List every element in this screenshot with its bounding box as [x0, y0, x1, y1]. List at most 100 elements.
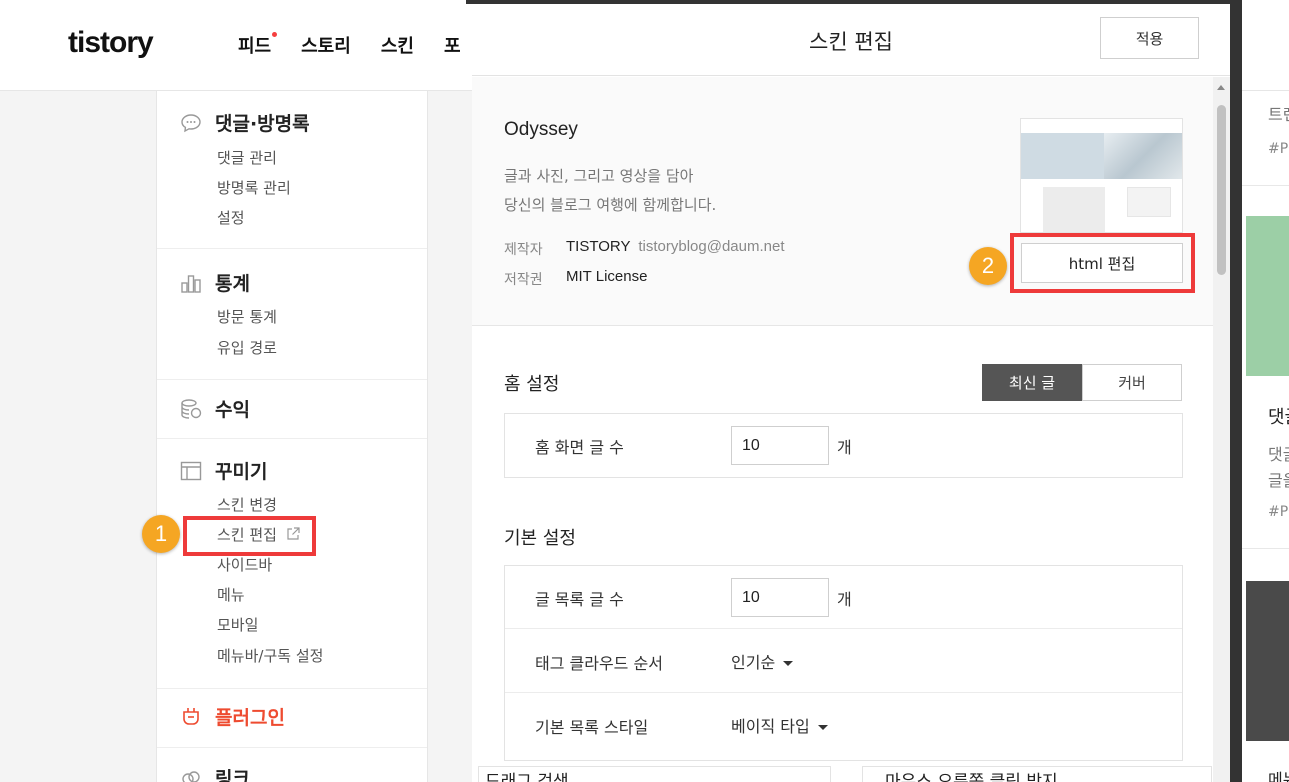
sidebar-heading-label: 꾸미기	[215, 461, 268, 483]
skin-preview-thumbnail	[1020, 118, 1183, 233]
sidebar-heading-label: 수익	[215, 399, 250, 421]
global-nav: 피드 스토리 스킨 포	[238, 32, 461, 58]
sidebar-heading-plugin[interactable]: 플러그인	[179, 703, 285, 730]
license-value: MIT License	[566, 268, 648, 285]
nav-feed[interactable]: 피드	[238, 32, 278, 58]
preview-text: 글을	[1268, 471, 1289, 490]
skin-edit-modal: 스킨 편집 적용 Odyssey 글과 사진, 그리고 영상을 담아 당신의 블…	[472, 4, 1230, 782]
nav-more[interactable]: 포	[444, 32, 461, 58]
unit-label: 개	[837, 590, 852, 609]
new-dot-icon	[272, 32, 278, 37]
segment-cover[interactable]: 커버	[1082, 364, 1182, 401]
modal-scrollbar[interactable]	[1213, 77, 1230, 782]
tag-order-select[interactable]: 인기순	[731, 649, 794, 673]
license-label: 저작권	[504, 272, 543, 288]
option-card-right-click-block[interactable]: 마우스 오른쪽 클릭 방지	[862, 766, 1212, 782]
home-settings-title: 홈 설정	[504, 374, 560, 395]
layout-icon	[179, 459, 203, 483]
setting-row-list-posts: 글 목록 글 수 개	[505, 566, 1182, 629]
caret-down-icon	[817, 725, 828, 730]
apply-button[interactable]: 적용	[1100, 17, 1199, 59]
preview-title: 메뉴	[1268, 770, 1289, 782]
sidebar-heading-revenue[interactable]: 수익	[179, 395, 250, 422]
sidebar-section-plugin: 플러그인	[157, 689, 427, 748]
step-badge-2: 2	[969, 247, 1007, 285]
sidebar-item-visit-stats[interactable]: 방문 통계	[217, 306, 277, 327]
plugin-icon	[179, 705, 203, 729]
nav-skin[interactable]: 스킨	[381, 32, 414, 58]
preview-tag: #PC	[1268, 141, 1289, 157]
preview-divider	[1242, 548, 1289, 549]
author-value: TISTORY tistoryblog@daum.net	[566, 238, 785, 255]
author-label: 제작자	[504, 242, 543, 258]
caret-down-icon	[783, 661, 794, 666]
preview-text: 트렌	[1268, 105, 1289, 124]
list-posts-input[interactable]	[731, 578, 829, 617]
author-email: tistoryblog@daum.net	[638, 238, 785, 255]
sidebar-item-sidebar[interactable]: 사이드바	[217, 554, 272, 575]
thumbnail-card	[1127, 187, 1171, 217]
sidebar-section-link: 링크	[157, 748, 427, 782]
preview-tag: #PC	[1268, 504, 1289, 520]
author-name: TISTORY	[566, 238, 631, 255]
sidebar-item-menu[interactable]: 메뉴	[217, 584, 245, 605]
blog-preview-strip: 트렌 #PC 댓글 댓글 글을 #PC 메뉴	[1242, 91, 1289, 782]
home-type-toggle: 최신 글 커버	[982, 364, 1182, 401]
sidebar-heading-label: 통계	[215, 273, 250, 295]
basic-settings-title: 기본 설정	[504, 528, 576, 549]
option-card-drag-search[interactable]: 드래그 검색	[478, 766, 831, 782]
nav-story[interactable]: 스토리	[301, 32, 351, 58]
sidebar-section-revenue: 수익	[157, 380, 427, 439]
home-posts-label: 홈 화면 글 수	[535, 438, 624, 457]
preview-thumbnail	[1246, 581, 1289, 741]
preview-divider	[1242, 185, 1289, 186]
sidebar-item-comment-manage[interactable]: 댓글 관리	[217, 147, 277, 168]
sidebar-heading-stats[interactable]: 통계	[179, 269, 250, 296]
sidebar-item-comment-settings[interactable]: 설정	[217, 207, 245, 228]
thumbnail-hero	[1021, 133, 1182, 179]
setting-row-tag-order: 태그 클라우드 순서 인기순	[505, 630, 1182, 693]
skin-name: Odyssey	[504, 119, 578, 140]
sidebar-heading-comments[interactable]: 댓글·방명록	[179, 109, 310, 136]
sidebar-heading-design[interactable]: 꾸미기	[179, 457, 267, 484]
home-posts-input[interactable]	[731, 426, 829, 465]
sidebar-item-referrers[interactable]: 유입 경로	[217, 337, 277, 358]
sidebar-item-mobile[interactable]: 모바일	[217, 614, 258, 635]
thumbnail-card	[1043, 187, 1105, 232]
sidebar-item-guestbook-manage[interactable]: 방명록 관리	[217, 177, 291, 198]
sidebar-item-menubar-subscribe[interactable]: 메뉴바/구독 설정	[217, 645, 323, 666]
sidebar-section-design: 꾸미기 스킨 변경 스킨 편집 사이드바 메뉴 모바일 메뉴바/구독 설정	[157, 439, 427, 689]
link-icon	[179, 766, 203, 782]
step-badge-1: 1	[142, 515, 180, 553]
tag-order-label: 태그 클라우드 순서	[535, 654, 663, 673]
highlight-box-step1	[183, 516, 316, 556]
list-style-select[interactable]: 베이직 타입	[731, 713, 828, 737]
scroll-up-arrow-icon[interactable]	[1217, 85, 1225, 90]
sidebar-section-comments: 댓글·방명록 댓글 관리 방명록 관리 설정	[157, 91, 427, 249]
highlight-box-step2	[1010, 233, 1195, 293]
unit-label: 개	[837, 438, 852, 457]
list-style-label: 기본 목록 스타일	[535, 718, 649, 737]
coins-icon	[179, 397, 203, 421]
sidebar-heading-label: 댓글·방명록	[215, 113, 310, 135]
segment-latest[interactable]: 최신 글	[982, 364, 1082, 401]
setting-row-list-style: 기본 목록 스타일 베이직 타입	[505, 694, 1182, 757]
list-posts-label: 글 목록 글 수	[535, 590, 624, 609]
admin-sidebar: 댓글·방명록 댓글 관리 방명록 관리 설정 통계 방문 통계 유입 경로 수익	[156, 91, 428, 782]
tistory-logo[interactable]: tistory	[68, 26, 154, 60]
comment-icon	[179, 111, 203, 135]
sidebar-heading-link[interactable]: 링크	[179, 764, 250, 782]
sidebar-item-skin-change[interactable]: 스킨 변경	[217, 494, 277, 515]
preview-thumbnail	[1246, 216, 1289, 376]
home-settings-box: 홈 화면 글 수 개	[504, 413, 1183, 478]
sidebar-section-stats: 통계 방문 통계 유입 경로	[157, 249, 427, 380]
select-value: 인기순	[731, 653, 776, 672]
preview-title: 댓글	[1268, 407, 1289, 428]
scroll-thumb[interactable]	[1217, 105, 1226, 275]
basic-settings-box: 글 목록 글 수 개 태그 클라우드 순서 인기순 기본 목록 스타일 베이직 …	[504, 565, 1183, 761]
setting-row-home-posts: 홈 화면 글 수 개	[505, 414, 1182, 477]
preview-text: 댓글	[1268, 445, 1289, 464]
skin-description-line: 글과 사진, 그리고 영상을 담아	[504, 167, 694, 185]
select-value: 베이직 타입	[731, 717, 810, 736]
bar-chart-icon	[179, 271, 203, 295]
